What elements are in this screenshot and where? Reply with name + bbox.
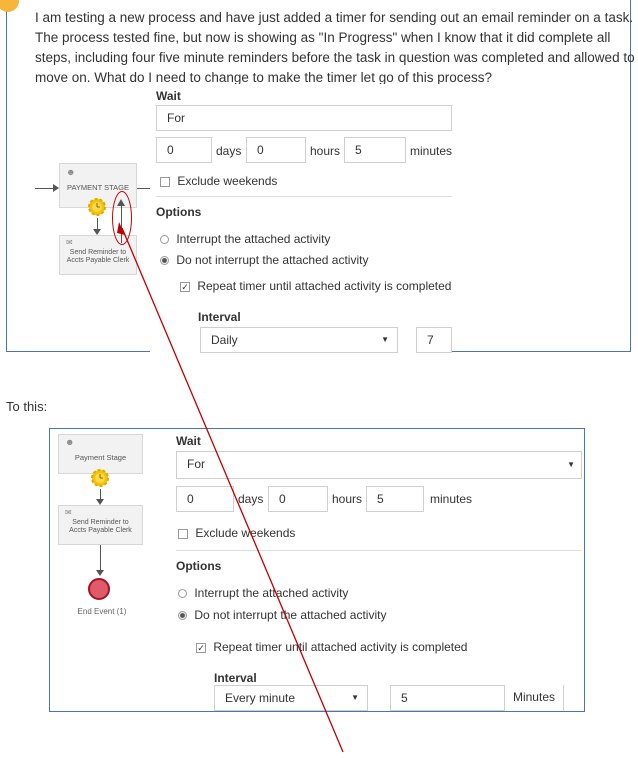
repeat-timer-checkbox[interactable]: ✓ bbox=[180, 281, 190, 292]
minutes-label: minutes bbox=[430, 492, 473, 506]
chevron-down-icon: ▼ bbox=[567, 460, 575, 469]
avatar bbox=[0, 0, 19, 12]
chevron-down-icon: ▼ bbox=[351, 693, 359, 702]
wait-label: Wait bbox=[176, 434, 201, 448]
hours-input[interactable]: 0 bbox=[268, 486, 328, 512]
interval-number-value: 5 bbox=[401, 691, 408, 705]
divider bbox=[156, 196, 452, 197]
timer-gear-icon[interactable] bbox=[86, 196, 108, 218]
option-interrupt-row[interactable]: Interrupt the attached activity bbox=[178, 586, 348, 600]
repeat-timer-row[interactable]: ✓ Repeat timer until attached activity i… bbox=[180, 279, 451, 293]
option-no-interrupt-row[interactable]: Do not interrupt the attached activity bbox=[178, 608, 386, 622]
user-icon: ☻ bbox=[65, 437, 75, 447]
repeat-timer-row[interactable]: ✓ Repeat timer until attached activity i… bbox=[196, 640, 467, 654]
timer-gear-icon[interactable] bbox=[89, 467, 111, 489]
hours-label: hours bbox=[310, 144, 341, 158]
interval-label: Interval bbox=[214, 671, 257, 685]
option-no-interrupt-row[interactable]: Do not interrupt the attached activity bbox=[160, 253, 368, 267]
repeat-timer-checkbox[interactable]: ✓ bbox=[196, 642, 206, 653]
days-label: days bbox=[238, 492, 264, 506]
timer-form-bottom: Wait For ▼ 0 days 0 hours 5 minutes Excl… bbox=[170, 431, 584, 711]
interval-select[interactable]: Daily ▼ bbox=[200, 327, 398, 353]
exclude-weekends-row[interactable]: Exclude weekends bbox=[160, 174, 277, 188]
interval-number-input[interactable]: 5 Minutes bbox=[390, 685, 564, 711]
task-label: Send Reminder to Accts Payable Clerk bbox=[69, 519, 132, 534]
exclude-weekends-row[interactable]: Exclude weekends bbox=[178, 526, 295, 540]
minutes-input[interactable]: 5 bbox=[366, 486, 424, 512]
wait-select[interactable]: For ▼ bbox=[176, 451, 582, 479]
repeat-timer-label: Repeat timer until attached activity is … bbox=[213, 640, 468, 654]
question-panel: I am testing a new process and have just… bbox=[0, 0, 635, 353]
no-interrupt-label: Do not interrupt the attached activity bbox=[194, 608, 387, 622]
answer-panel: ☻ Payment Stage ✉ Send Reminder to Accts… bbox=[49, 428, 585, 712]
interval-select[interactable]: Every minute ▼ bbox=[214, 685, 368, 711]
interval-label: Interval bbox=[198, 310, 241, 324]
options-label: Options bbox=[156, 205, 202, 219]
wait-select-value: For bbox=[187, 457, 205, 471]
no-interrupt-radio[interactable] bbox=[160, 256, 169, 266]
days-input[interactable]: 0 bbox=[176, 486, 234, 512]
interval-number-input[interactable]: 7 bbox=[416, 327, 452, 353]
interval-unit-label: Minutes bbox=[503, 685, 563, 711]
no-interrupt-label: Do not interrupt the attached activity bbox=[176, 253, 369, 267]
interval-select-value: Every minute bbox=[225, 691, 296, 705]
caption-text: To this: bbox=[6, 399, 48, 414]
minutes-label: minutes bbox=[410, 144, 453, 158]
divider bbox=[176, 550, 582, 551]
interrupt-label: Interrupt the attached activity bbox=[176, 232, 331, 246]
end-event-icon[interactable] bbox=[88, 578, 110, 600]
annotation-ellipse bbox=[112, 191, 132, 245]
exclude-weekends-label: Exclude weekends bbox=[195, 526, 296, 540]
interrupt-label: Interrupt the attached activity bbox=[194, 586, 349, 600]
question-text: I am testing a new process and have just… bbox=[35, 10, 635, 85]
minutes-input[interactable]: 5 bbox=[344, 137, 406, 163]
hours-label: hours bbox=[332, 492, 363, 506]
exclude-weekends-checkbox[interactable] bbox=[178, 528, 188, 539]
chevron-down-icon: ▼ bbox=[381, 335, 389, 344]
arrow-down-icon bbox=[96, 570, 104, 576]
interrupt-radio[interactable] bbox=[178, 589, 187, 599]
exclude-weekends-checkbox[interactable] bbox=[160, 176, 170, 187]
end-flow-line bbox=[100, 545, 101, 573]
send-reminder-node[interactable]: ✉ Send Reminder to Accts Payable Clerk bbox=[58, 505, 143, 545]
interrupt-radio[interactable] bbox=[160, 235, 169, 245]
mail-icon: ✉ bbox=[65, 508, 72, 517]
options-label: Options bbox=[176, 559, 222, 573]
task-label: Send Reminder to Accts Payable Clerk bbox=[66, 249, 130, 264]
hours-input[interactable]: 0 bbox=[246, 137, 306, 163]
stage-label: PAYMENT STAGE bbox=[67, 183, 129, 192]
interval-select-value: Daily bbox=[211, 333, 238, 347]
mail-icon: ✉ bbox=[66, 238, 73, 247]
stage-label: Payment Stage bbox=[74, 453, 127, 462]
days-input[interactable]: 0 bbox=[156, 137, 212, 163]
days-label: days bbox=[216, 144, 242, 158]
wait-label: Wait bbox=[156, 89, 181, 103]
end-event-label: End Event (1) bbox=[77, 607, 127, 616]
exclude-weekends-label: Exclude weekends bbox=[177, 174, 278, 188]
no-interrupt-radio[interactable] bbox=[178, 611, 187, 621]
timer-form-top: Wait For 0 days 0 hours 5 minutes Exclud… bbox=[150, 84, 453, 353]
user-icon: ☻ bbox=[66, 167, 76, 177]
repeat-timer-label: Repeat timer until attached activity is … bbox=[197, 279, 452, 293]
option-interrupt-row[interactable]: Interrupt the attached activity bbox=[160, 232, 330, 246]
wait-select[interactable]: For bbox=[156, 105, 452, 131]
